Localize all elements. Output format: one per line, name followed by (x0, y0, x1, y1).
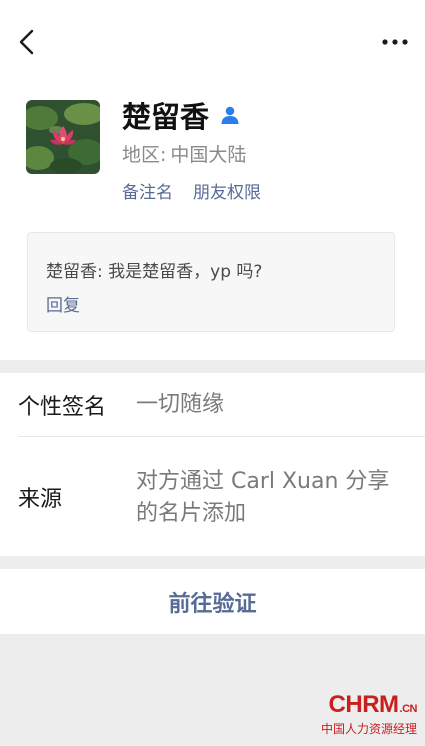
avatar[interactable] (26, 100, 100, 174)
greeting-message-card: 楚留香: 我是楚留香，yp 吗? 回复 (27, 232, 395, 332)
greeting-message-text: 楚留香: 我是楚留香，yp 吗? (46, 262, 263, 282)
info-section: 个性签名 一切随缘 来源 对方通过 Carl Xuan 分享 的名片添加 (0, 373, 425, 556)
watermark-domain: .CN (399, 703, 418, 715)
signature-row: 个性签名 一切随缘 (0, 373, 425, 436)
profile-header: 楚留香 地区: 中国大陆 备注名 朋友权限 楚留香: 我是楚留香，yp 吗? 回… (0, 0, 425, 360)
reply-link[interactable]: 回复 (46, 291, 80, 316)
name-row: 楚留香 (122, 93, 241, 137)
more-options-icon[interactable] (379, 30, 411, 54)
signature-value: 一切随缘 (136, 392, 225, 417)
region-label: 地区: (122, 144, 167, 166)
source-line-2: 的名片添加 (136, 501, 247, 526)
watermark-brand: CHRM (328, 691, 400, 718)
source-line-1: 对方通过 Carl Xuan 分享 (136, 469, 390, 494)
chrm-watermark-logo: CHRM.CN 中国人力资源经理 (305, 691, 418, 738)
contact-name: 楚留香 (122, 100, 210, 134)
go-verify-label: 前往验证 (168, 591, 257, 617)
friend-permissions-link[interactable]: 朋友权限 (193, 178, 261, 203)
source-row: 来源 对方通过 Carl Xuan 分享 的名片添加 (0, 437, 425, 556)
profile-links: 备注名 朋友权限 (122, 178, 261, 203)
remark-link[interactable]: 备注名 (122, 178, 173, 203)
lotus-avatar-image (26, 100, 100, 174)
watermark-subtitle: 中国人力资源经理 (320, 722, 417, 736)
source-label: 来源 (18, 487, 63, 512)
user-profile-icon[interactable] (219, 104, 241, 126)
region: 地区: 中国大陆 (122, 140, 246, 167)
back-arrow-icon[interactable] (14, 26, 42, 58)
signature-label: 个性签名 (18, 395, 107, 420)
go-verify-button[interactable]: 前往验证 (0, 569, 425, 634)
region-value: 中国大陆 (170, 144, 247, 166)
